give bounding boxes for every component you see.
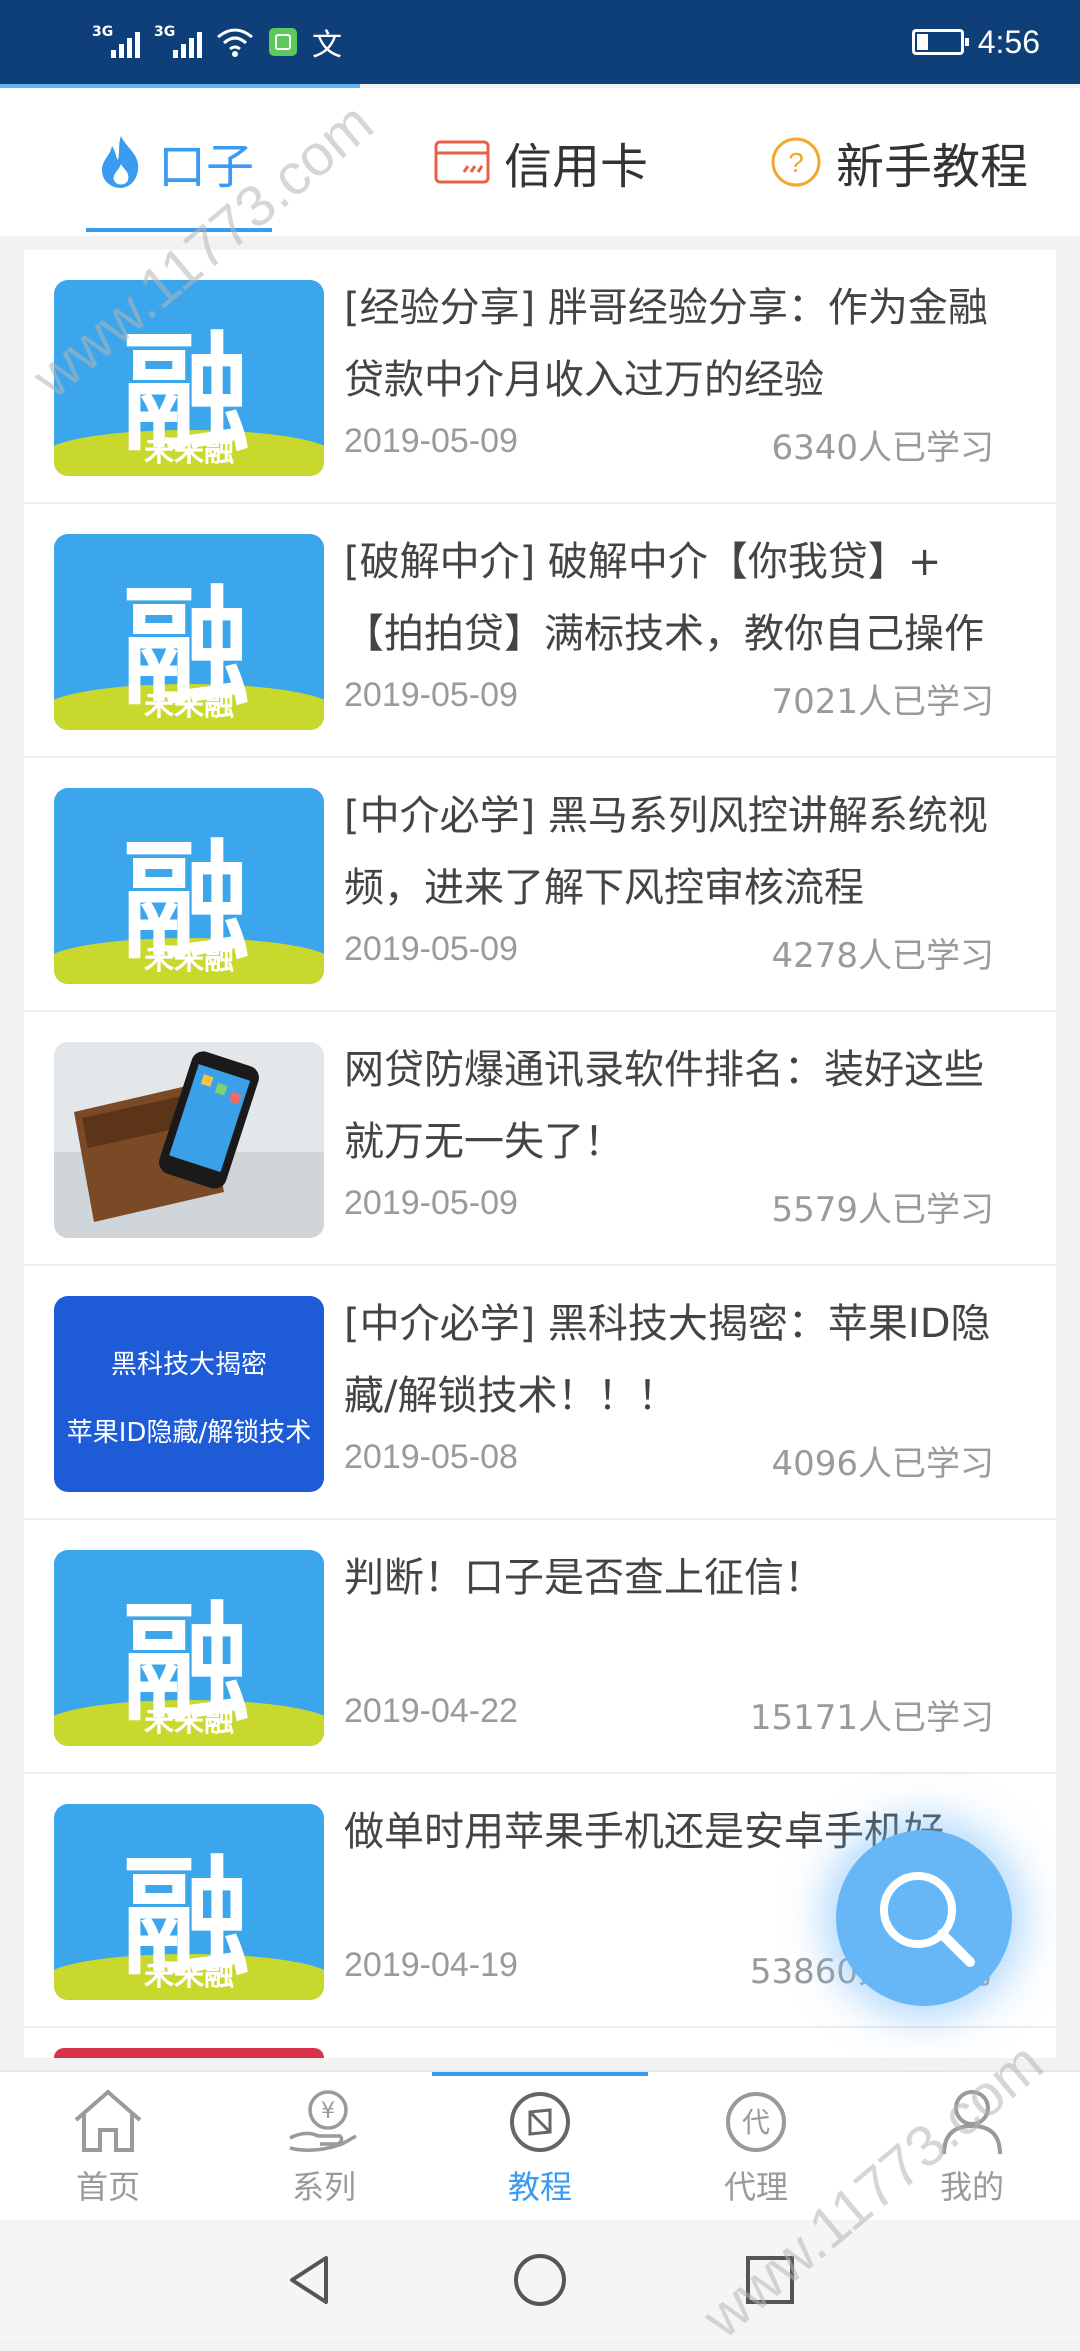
article-learner-count: 5579人已学习	[771, 1190, 994, 1230]
search-icon	[880, 1872, 975, 1967]
article-item[interactable]: 网贷防爆通讯录软件排名：装好这些就万无一失了！ 2019-05-09 5579人已学…	[24, 1012, 1056, 1266]
wallet-phone-image	[54, 1042, 324, 1238]
top-tab-bar: 口子 信用卡 ? 新手教程	[0, 88, 1080, 236]
thumbnail-brand-text: 未来融	[144, 942, 234, 977]
article-learner-count: 4096人已学习	[771, 1444, 994, 1484]
bottom-nav-bar: 首页 ¥ 系列 教程 代 代理 我的	[0, 2070, 1080, 2222]
signal-1-icon: 3G	[92, 24, 140, 60]
battery-icon	[911, 29, 969, 55]
article-thumbnail: 融未来融	[54, 280, 324, 476]
thumbnail-line-1: 黑科技大揭密	[110, 1350, 267, 1380]
article-item-peek	[24, 2028, 1056, 2058]
article-item[interactable]: 融未来融 [经验分享] 胖哥经验分享：作为金融贷款中介月收入过万的经验 2019-0…	[24, 250, 1056, 504]
article-thumbnail: 融未来融	[54, 534, 324, 730]
article-date: 2019-05-08	[344, 1438, 518, 1476]
nav-home-label: 首页	[75, 2168, 140, 2206]
person-icon	[942, 2090, 1002, 2155]
search-fab-button[interactable]	[836, 1830, 1012, 2006]
article-date: 2019-05-09	[344, 676, 518, 714]
back-icon[interactable]	[282, 2252, 338, 2308]
article-item[interactable]: 融未来融 [中介必学] 黑马系列风控讲解系统视频，进来了解下风控审核流程 2019-…	[24, 758, 1056, 1012]
nav-agent-label: 代理	[723, 2168, 788, 2206]
article-title: 判断！口子是否查上征信！	[344, 1542, 1004, 1686]
article-thumbnail: 黑科技大揭密苹果ID隐藏/解锁技术	[54, 1296, 324, 1492]
thumbnail-line-2: 苹果ID隐藏/解锁技术	[66, 1418, 312, 1448]
nav-series-label: 系列	[291, 2168, 356, 2206]
article-learner-count: 6340人已学习	[771, 428, 994, 468]
status-right: 4:56	[911, 18, 1040, 66]
yuan-hand-icon: ¥	[289, 2090, 357, 2152]
credit-card-icon	[434, 140, 490, 184]
article-date: 2019-04-22	[344, 1692, 518, 1730]
wifi-icon	[217, 28, 253, 57]
input-method-icon: 文	[312, 28, 342, 63]
article-thumbnail: 融未来融	[54, 1804, 324, 2000]
thumbnail-brand-text: 未来融	[144, 1958, 234, 1993]
tab-beginner-tutorial[interactable]: ? 新手教程	[770, 88, 1028, 236]
article-title: [经验分享] 胖哥经验分享：作为金融贷款中介月收入过万的经验	[344, 272, 1004, 416]
status-time: 4:56	[977, 23, 1040, 60]
nav-agent[interactable]: 代 代理	[648, 2086, 864, 2208]
article-title-text: 网贷防爆通讯录软件排名：装好这些就万无一失了！	[344, 1047, 984, 1165]
article-item[interactable]: 黑科技大揭密 苹果ID隐藏/解锁技术 [中介必学] 黑科技大揭密：苹果ID隐藏/解锁…	[24, 1266, 1056, 1520]
article-learner-count: 4278人已学习	[771, 936, 994, 976]
thumbnail-brand-text: 未来融	[144, 1704, 234, 1739]
article-item[interactable]: 融未来融 [破解中介] 破解中介【你我贷】+【拍拍贷】满标技术，教你自己操作 201…	[24, 504, 1056, 758]
nav-mine-label: 我的	[939, 2168, 1004, 2206]
home-circle-icon[interactable]	[512, 2252, 568, 2308]
thumbnail-brand-text: 未来融	[144, 688, 234, 723]
tab-kouzi-label: 口子	[158, 139, 255, 195]
tab-kouzi[interactable]: 口子	[98, 88, 254, 236]
app-notification-icon	[269, 28, 297, 56]
tab-active-indicator	[86, 228, 272, 232]
svg-text:¥: ¥	[321, 2099, 335, 2124]
home-icon	[74, 2089, 142, 2152]
compass-icon	[510, 2092, 570, 2152]
article-title-text: [破解中介] 破解中介【你我贷】+【拍拍贷】满标技术，教你自己操作	[344, 539, 984, 657]
svg-text:?: ?	[788, 147, 804, 178]
article-learner-count: 15171人已学习	[749, 1698, 994, 1738]
flame-icon	[102, 136, 139, 188]
article-learner-count: 7021人已学习	[771, 682, 994, 722]
agent-badge-char: 代	[742, 2106, 770, 2139]
recent-apps-icon[interactable]	[742, 2252, 798, 2308]
article-thumbnail	[54, 1042, 324, 1238]
status-left: 3G 3G 文	[92, 18, 342, 66]
article-thumbnail: 融未来融	[54, 1550, 324, 1746]
agent-badge-icon: 代	[726, 2092, 786, 2152]
article-date: 2019-05-09	[344, 1184, 518, 1222]
article-title-text: 判断！口子是否查上征信！	[344, 1555, 824, 1601]
article-title: [中介必学] 黑马系列风控讲解系统视频，进来了解下风控审核流程	[344, 780, 1004, 924]
article-item[interactable]: 融未来融 判断！口子是否查上征信！ 2019-04-22 15171人已学习	[24, 1520, 1056, 1774]
signal-2-icon: 3G	[154, 24, 202, 60]
nav-tutorial[interactable]: 教程	[432, 2086, 648, 2208]
nav-home[interactable]: 首页	[0, 2086, 216, 2208]
article-list: 融未来融 [经验分享] 胖哥经验分享：作为金融贷款中介月收入过万的经验 2019-0…	[24, 250, 1056, 2058]
peek-thumbnail	[54, 2048, 324, 2058]
system-nav-bar	[0, 2220, 1080, 2340]
article-title-text: [中介必学] 黑科技大揭密：苹果ID隐藏/解锁技术！！！	[344, 1301, 991, 1419]
article-date: 2019-04-19	[344, 1946, 518, 1984]
bottom-nav-active-indicator	[432, 2072, 648, 2076]
thumbnail-brand-text: 未来融	[144, 434, 234, 469]
nav-tutorial-label: 教程	[507, 2168, 572, 2206]
tab-credit-card[interactable]: 信用卡	[434, 88, 648, 236]
status-bar: 3G 3G 文 4:56	[0, 0, 1080, 84]
article-title-text: [中介必学] 黑马系列风控讲解系统视频，进来了解下风控审核流程	[344, 793, 988, 911]
article-title-text: [经验分享] 胖哥经验分享：作为金融贷款中介月收入过万的经验	[344, 285, 988, 403]
question-circle-icon: ?	[771, 137, 821, 187]
article-thumbnail: 融未来融	[54, 788, 324, 984]
article-title: 网贷防爆通讯录软件排名：装好这些就万无一失了！	[344, 1034, 1004, 1178]
article-date: 2019-05-09	[344, 422, 518, 460]
tab-beginner-tutorial-label: 新手教程	[836, 139, 1029, 195]
article-title: [破解中介] 破解中介【你我贷】+【拍拍贷】满标技术，教你自己操作	[344, 526, 1004, 670]
nav-series[interactable]: ¥ 系列	[216, 2086, 432, 2208]
nav-mine[interactable]: 我的	[864, 2086, 1080, 2208]
article-title: [中介必学] 黑科技大揭密：苹果ID隐藏/解锁技术！！！	[344, 1288, 1004, 1432]
tab-credit-card-label: 信用卡	[504, 139, 649, 195]
article-date: 2019-05-09	[344, 930, 518, 968]
